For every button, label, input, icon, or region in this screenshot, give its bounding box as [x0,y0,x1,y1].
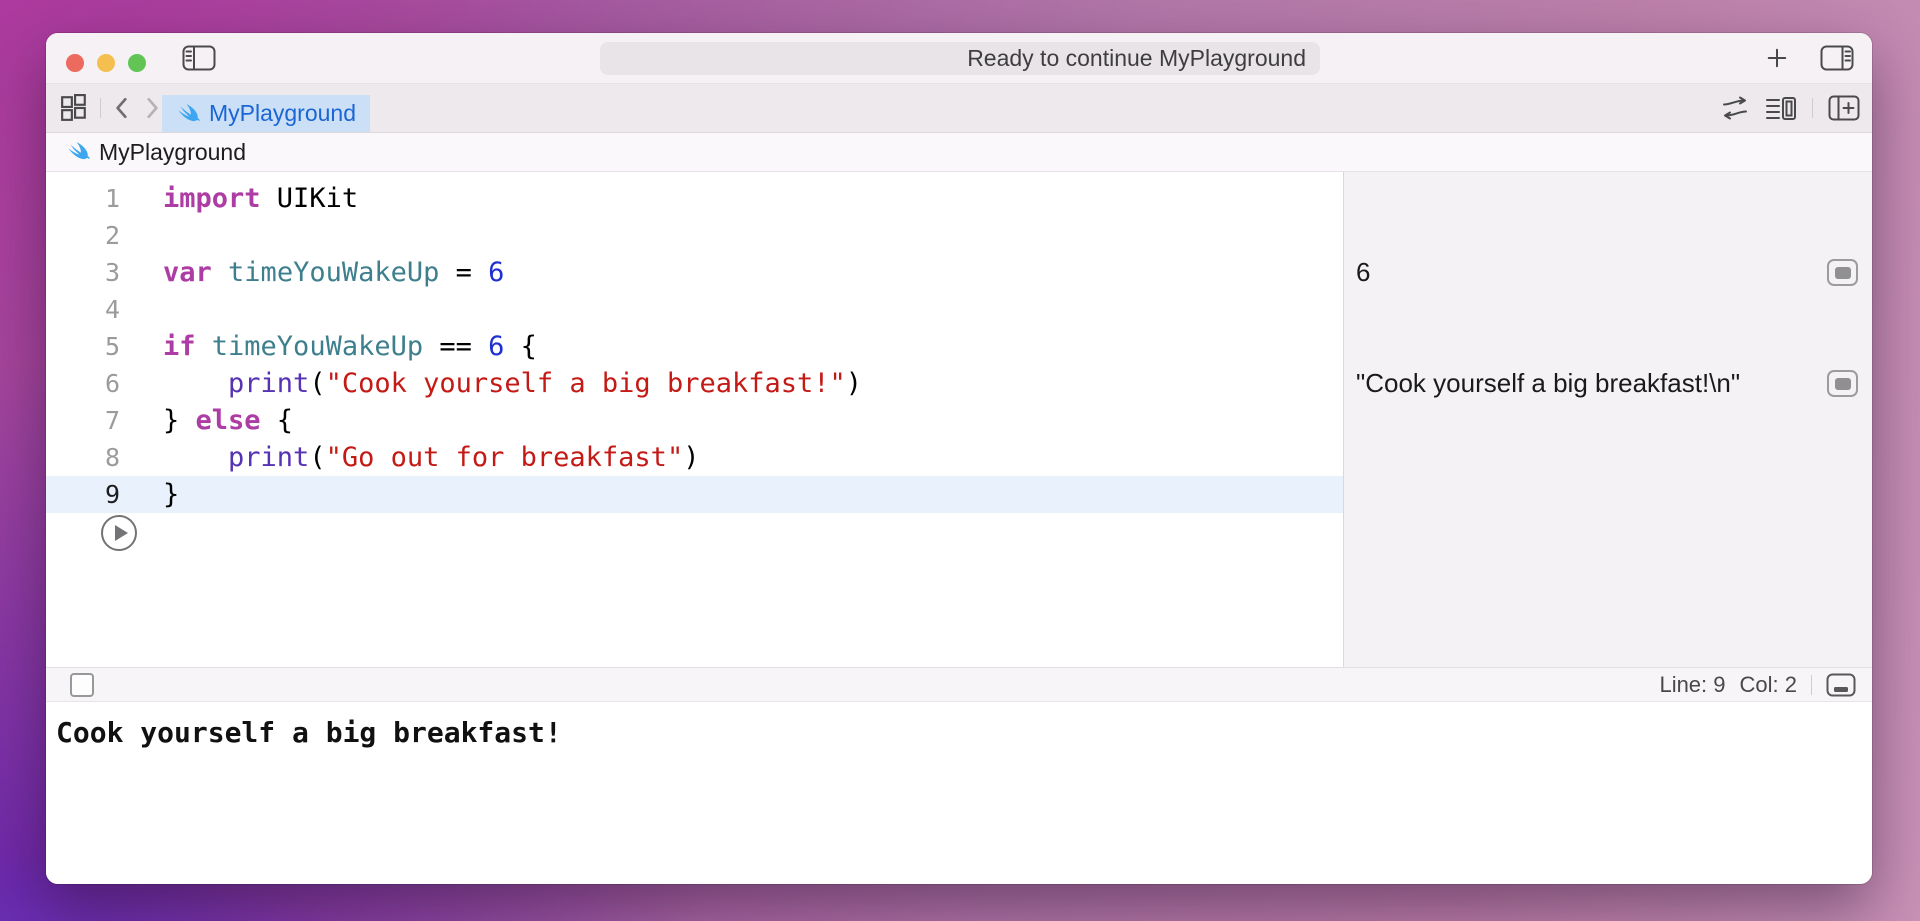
xcode-playground-window: Ready to continue MyPlayground [46,33,1872,884]
code-text: if timeYouWakeUp == 6 { [120,331,537,362]
debug-bar: Line: 9 Col: 2 [46,667,1872,702]
back-chevron-icon[interactable] [113,96,131,120]
code-lines: 1import UIKit23var timeYouWakeUp = 645if… [46,180,1343,513]
code-text: print("Cook yourself a big breakfast!") [120,368,862,399]
add-editor-icon[interactable] [1828,95,1860,121]
related-items-icon[interactable] [60,94,88,122]
line-number: 9 [46,480,120,509]
swap-arrows-icon[interactable] [1720,96,1750,120]
tabbar-right-controls [1720,84,1860,132]
tabbar-left-controls [60,84,161,132]
inspector-toggle-icon[interactable] [1820,45,1854,71]
console-output: Cook yourself a big breakfast! [56,716,562,749]
activity-status-pill: Ready to continue MyPlayground [600,42,1320,75]
sidebar-toggle-icon[interactable] [182,45,216,71]
result-value: "Cook yourself a big breakfast!\n" [1356,368,1827,399]
code-text: } [120,479,179,510]
line-number: 1 [46,184,120,213]
divider [1812,98,1813,118]
line-number: 7 [46,406,120,435]
result-row: "Cook yourself a big breakfast!\n" [1344,365,1872,402]
minimize-button[interactable] [97,54,115,72]
source-editor[interactable]: 1import UIKit23var timeYouWakeUp = 645if… [46,172,1343,667]
result-display-icon [1835,378,1851,390]
result-row: 6 [1344,254,1872,291]
tab-myplayground[interactable]: MyPlayground [162,95,370,132]
swift-icon [66,140,90,164]
main-content: 1import UIKit23var timeYouWakeUp = 645if… [46,172,1872,667]
line-indicator: Line: 9 [1659,672,1725,698]
console-toggle-icon[interactable] [1826,673,1856,697]
titlebar-right-buttons [1766,45,1854,71]
line-number: 3 [46,258,120,287]
code-line[interactable]: 5if timeYouWakeUp == 6 { [46,328,1343,365]
line-number: 4 [46,295,120,324]
divider [100,98,101,118]
plus-icon[interactable] [1766,47,1788,69]
code-line[interactable]: 6 print("Cook yourself a big breakfast!"… [46,365,1343,402]
play-button[interactable] [101,515,137,551]
zoom-button[interactable] [128,54,146,72]
cursor-position: Line: 9 Col: 2 [1659,672,1856,698]
tab-bar: MyPlayground [46,84,1872,133]
line-number: 6 [46,369,120,398]
tab-label: MyPlayground [209,100,356,127]
result-value: 6 [1356,257,1827,288]
forward-chevron-icon[interactable] [143,96,161,120]
code-line[interactable]: 4 [46,291,1343,328]
code-line[interactable]: 2 [46,217,1343,254]
code-text: import UIKit [120,183,358,214]
editor-options-icon[interactable] [1765,95,1797,121]
code-line[interactable]: 8 print("Go out for breakfast") [46,439,1343,476]
show-result-button[interactable] [1827,259,1858,286]
code-text: } else { [120,405,293,436]
code-line[interactable]: 7} else { [46,402,1343,439]
status-text: Ready to continue MyPlayground [967,45,1306,72]
swift-icon [176,102,200,126]
result-display-icon [1835,267,1851,279]
play-icon [115,525,128,541]
line-number: 5 [46,332,120,361]
divider [1811,675,1812,695]
code-text: var timeYouWakeUp = 6 [120,257,504,288]
code-line[interactable]: 1import UIKit [46,180,1343,217]
line-number: 2 [46,221,120,250]
line-number: 8 [46,443,120,472]
code-text: print("Go out for breakfast") [120,442,699,473]
column-indicator: Col: 2 [1740,672,1797,698]
code-line[interactable]: 3var timeYouWakeUp = 6 [46,254,1343,291]
debug-area-checkbox[interactable] [70,673,94,697]
console-area[interactable]: Cook yourself a big breakfast! [46,702,1872,884]
traffic-lights [66,54,146,72]
results-sidebar: 6 "Cook yourself a big breakfast!\n" [1343,172,1872,667]
show-result-button[interactable] [1827,370,1858,397]
jumpbar-file-label: MyPlayground [99,139,246,166]
close-button[interactable] [66,54,84,72]
jump-bar[interactable]: MyPlayground [46,133,1872,172]
code-line[interactable]: 9} [46,476,1343,513]
title-bar[interactable]: Ready to continue MyPlayground [46,33,1872,84]
